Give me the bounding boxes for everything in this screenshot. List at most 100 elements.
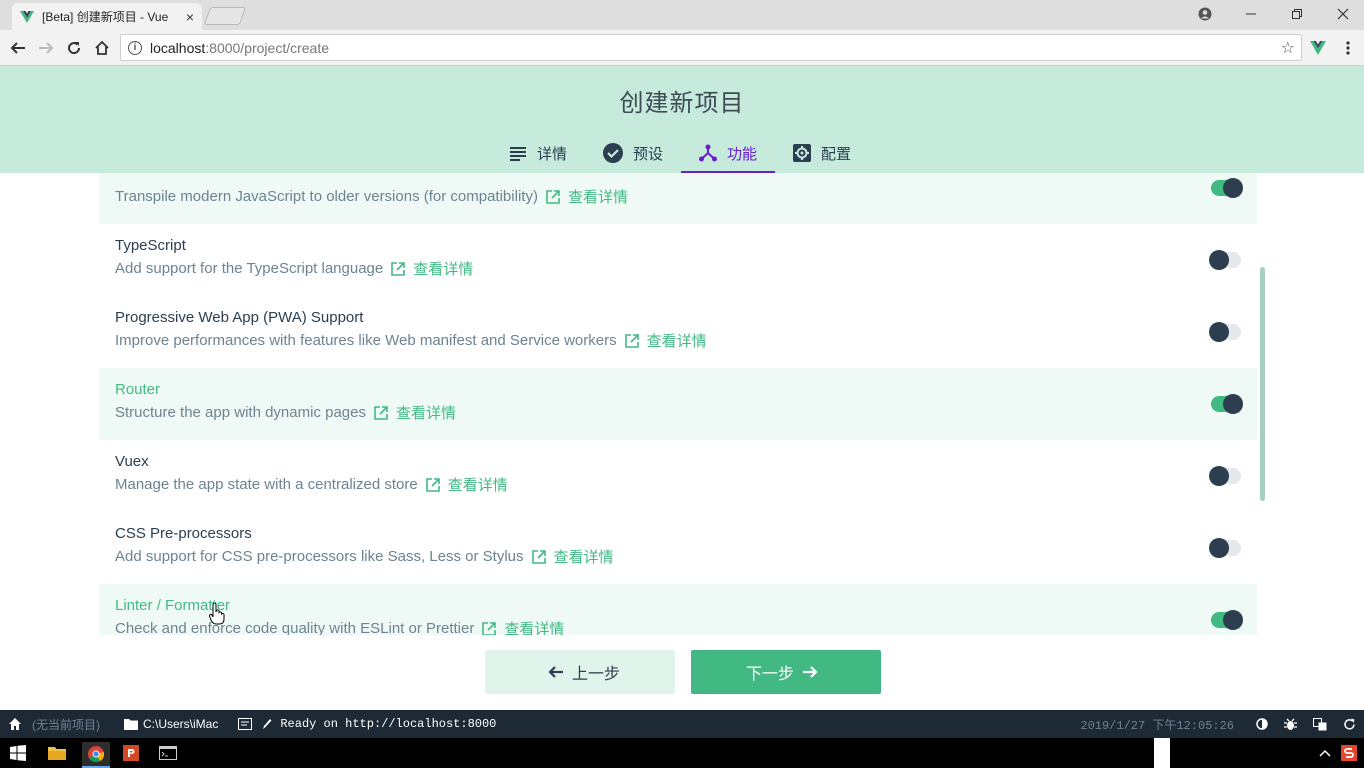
feature-toggle[interactable]	[1209, 466, 1241, 486]
browser-menu-icon[interactable]	[1336, 36, 1360, 60]
tab-label: 预设	[633, 144, 664, 163]
feature-toggle[interactable]	[1211, 394, 1243, 414]
feature-list[interactable]: Transpile modern JavaScript to older ver…	[0, 173, 1364, 635]
tab-title: [Beta] 创建新项目 - Vue	[42, 10, 169, 24]
feature-toggle[interactable]	[1209, 322, 1241, 342]
powerpoint-icon[interactable]	[119, 742, 143, 764]
chrome-icon[interactable]	[82, 742, 110, 768]
feature-toggle[interactable]	[1209, 538, 1241, 558]
feature-name: TypeScript	[115, 237, 186, 254]
feature-description: Check and enforce code quality with ESLi…	[115, 618, 564, 635]
feature-item-pwa[interactable]: Progressive Web App (PWA) Support Improv…	[99, 296, 1257, 368]
tab-label: 功能	[727, 144, 758, 163]
feature-description: Add support for the TypeScript language …	[115, 258, 473, 279]
more-info-link[interactable]: 查看详情	[568, 186, 628, 207]
more-info-link[interactable]: 查看详情	[448, 474, 508, 495]
feature-description: Transpile modern JavaScript to older ver…	[115, 186, 628, 207]
translate-button[interactable]	[1305, 710, 1335, 738]
translate-icon	[1313, 717, 1327, 730]
windows-start-icon[interactable]	[6, 742, 30, 764]
refresh-button[interactable]	[1335, 710, 1364, 738]
feature-name: Progressive Web App (PWA) Support	[115, 309, 364, 326]
close-window-icon[interactable]	[1323, 3, 1363, 25]
toggle-knob	[1209, 322, 1229, 342]
project-manager-button[interactable]: (无当前项目)	[0, 710, 108, 738]
more-info-link[interactable]: 查看详情	[396, 402, 456, 423]
external-link-icon	[482, 621, 497, 635]
bookmark-star-icon[interactable]: ☆	[1281, 38, 1295, 58]
report-bug-button[interactable]	[1276, 710, 1305, 738]
contrast-icon	[1256, 718, 1268, 730]
vue-devtools-icon[interactable]	[1306, 36, 1330, 60]
tray-app-icon[interactable]	[1337, 742, 1361, 764]
app-header: 创建新项目 详情 预设 功能 配置	[0, 66, 1364, 173]
new-tab-button[interactable]	[203, 7, 247, 25]
tab-config[interactable]: 配置	[775, 133, 869, 173]
next-step-button[interactable]: 下一步	[691, 650, 881, 694]
feature-name: Vuex	[115, 453, 149, 470]
dark-mode-toggle[interactable]	[1248, 710, 1276, 738]
profile-icon[interactable]	[1185, 3, 1225, 25]
feature-toggle[interactable]	[1211, 610, 1243, 630]
console-log-button[interactable]: Ready on http://localhost:8000	[230, 710, 504, 738]
feature-item-css-preprocessors[interactable]: CSS Pre-processors Add support for CSS p…	[99, 512, 1257, 584]
feature-item-babel[interactable]: Transpile modern JavaScript to older ver…	[99, 173, 1257, 224]
external-link-icon	[425, 477, 440, 492]
current-project-label: (无当前项目)	[32, 717, 100, 732]
more-info-link[interactable]: 查看详情	[647, 330, 707, 351]
address-bar[interactable]: i localhost :8000/project/create ☆	[120, 34, 1302, 61]
arrow-left-icon	[548, 666, 563, 678]
external-link-icon	[374, 405, 388, 420]
tray-chevron-up-icon[interactable]	[1313, 742, 1337, 764]
site-info-icon[interactable]: i	[128, 40, 142, 55]
bug-icon	[1284, 718, 1297, 730]
tab-presets[interactable]: 预设	[585, 133, 681, 173]
tab-features[interactable]: 功能	[681, 133, 776, 173]
feature-toggle[interactable]	[1209, 250, 1241, 270]
folder-button[interactable]: C:\Users\iMac	[116, 710, 226, 738]
hand-cursor-icon	[209, 603, 225, 625]
minimize-icon[interactable]	[1231, 3, 1271, 25]
feature-toggle[interactable]	[1211, 178, 1243, 198]
current-folder: C:\Users\iMac	[143, 717, 219, 731]
more-info-link[interactable]: 查看详情	[504, 618, 564, 635]
feature-desc-text: Add support for CSS pre-processors like …	[115, 548, 524, 565]
previous-step-button[interactable]: 上一步	[485, 650, 675, 694]
feature-name: Router	[115, 381, 161, 398]
feature-desc-text: Structure the app with dynamic pages	[115, 404, 366, 421]
back-icon[interactable]	[6, 36, 30, 60]
feature-item-typescript[interactable]: TypeScript Add support for the TypeScrip…	[99, 224, 1257, 296]
windows-taskbar	[0, 738, 1364, 768]
browser-tab[interactable]: [Beta] 创建新项目 - Vue ×	[12, 3, 202, 30]
feature-desc-text: Add support for the TypeScript language	[115, 260, 384, 277]
tab-close-icon[interactable]: ×	[186, 9, 194, 25]
command-prompt-icon[interactable]	[156, 742, 180, 764]
fork-icon	[699, 144, 718, 162]
refresh-icon	[1344, 718, 1355, 730]
previous-step-label: 上一步	[571, 664, 620, 683]
browser-tab-bar: [Beta] 创建新项目 - Vue ×	[0, 0, 1364, 30]
feature-desc-text: Manage the app state with a centralized …	[115, 476, 418, 493]
more-info-link[interactable]: 查看详情	[554, 546, 614, 567]
feature-item-router[interactable]: Router Structure the app with dynamic pa…	[99, 368, 1257, 440]
feature-desc-text: Improve performances with features like …	[115, 332, 617, 349]
reload-icon[interactable]	[62, 36, 86, 60]
list-scrollbar[interactable]	[1260, 267, 1265, 501]
feature-description: Manage the app state with a centralized …	[115, 474, 508, 495]
file-explorer-icon[interactable]	[45, 742, 69, 764]
tab-details[interactable]: 详情	[491, 133, 585, 173]
show-desktop-strip[interactable]	[1154, 738, 1170, 768]
status-bar: (无当前项目) C:\Users\iMac Ready on http://lo…	[0, 710, 1364, 738]
toggle-knob	[1223, 610, 1243, 630]
home-icon[interactable]	[90, 36, 114, 60]
more-info-link[interactable]: 查看详情	[413, 258, 473, 279]
feature-name: CSS Pre-processors	[115, 525, 252, 542]
feature-description: Improve performances with features like …	[115, 330, 707, 351]
forward-icon[interactable]	[34, 36, 58, 60]
feature-item-vuex[interactable]: Vuex Manage the app state with a central…	[99, 440, 1257, 512]
step-tabs: 详情 预设 功能 配置	[491, 133, 869, 173]
vue-logo-icon	[20, 10, 34, 23]
toggle-knob	[1223, 394, 1243, 414]
feature-item-linter[interactable]: Linter / Formatter Check and enforce cod…	[99, 584, 1257, 635]
restore-icon[interactable]	[1277, 3, 1317, 25]
